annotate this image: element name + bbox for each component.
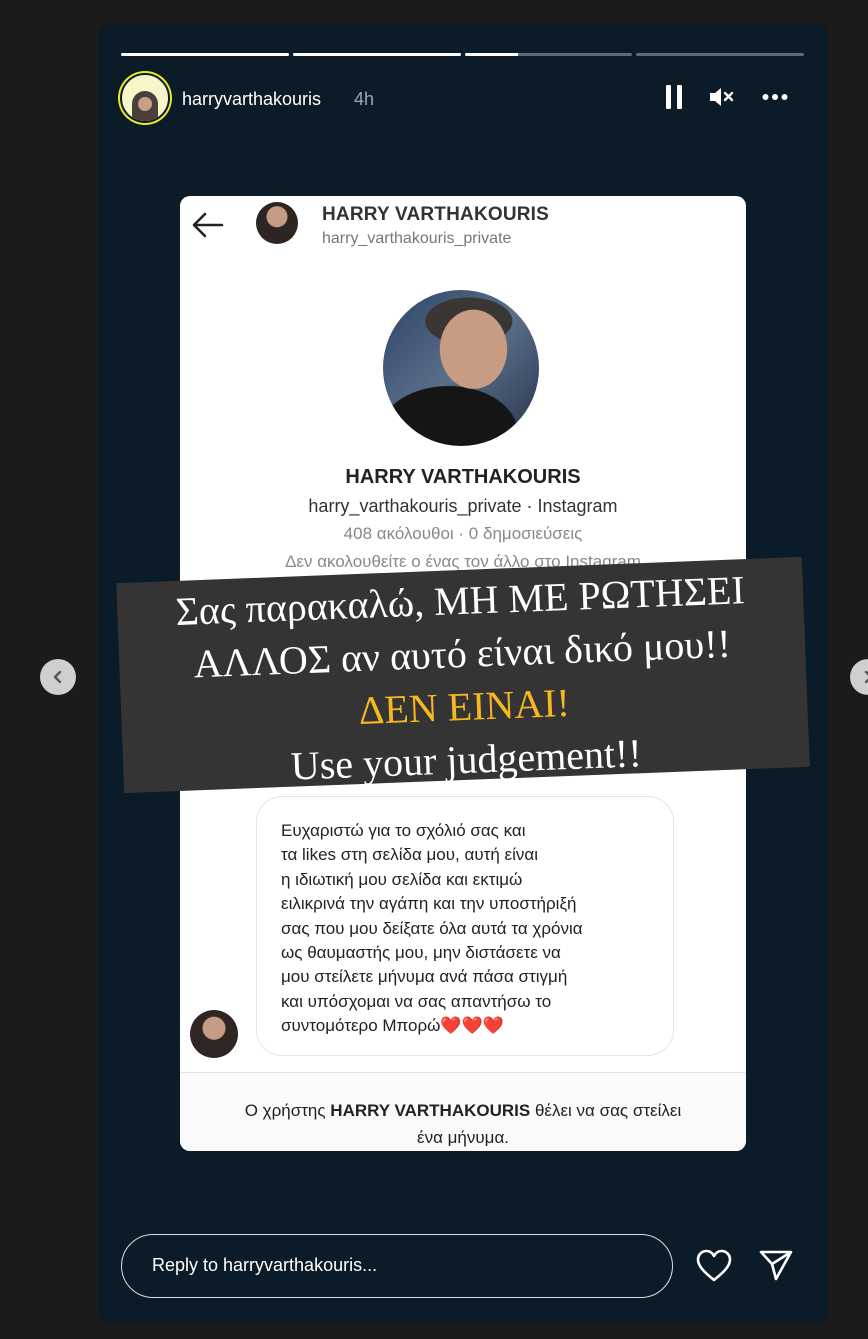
profile-stats: 408 ακόλουθοι · 0 δημοσιεύσεις [343, 524, 583, 543]
footer-line2: ένα μήνυμα. [416, 1128, 510, 1147]
progress-segment [464, 53, 633, 56]
story-timestamp: 4h [354, 89, 375, 109]
header-name: HARRY VARTHAKOURIS [322, 204, 550, 225]
message-line: σας που μου δείξατε όλα αυτά τα χρόνια [281, 918, 583, 938]
pause-button[interactable] [666, 85, 682, 109]
progress-segment [636, 53, 804, 56]
reply-placeholder: Reply to harryvarthakouris... [152, 1255, 378, 1275]
speaker-muted-icon [710, 88, 734, 106]
profile-name: HARRY VARTHAKOURIS [345, 466, 581, 488]
mute-button[interactable] [708, 85, 734, 109]
message-line: η ιδιωτική μου σελίδα και εκτιμώ [281, 869, 523, 889]
message-line: μου στείλετε μήνυμα ανά πάσα στιγμή [281, 967, 568, 987]
heart-icon[interactable] [696, 1249, 732, 1283]
footer-name: HARRY VARTHAKOURIS [330, 1101, 531, 1120]
chevron-left-icon [53, 670, 62, 684]
message-line: συντομότερο Μπορώ❤️❤️❤️ [281, 1016, 504, 1036]
message-request-footer: Ο χρήστης HARRY VARTHAKOURIS θέλει να σα… [180, 1072, 746, 1151]
message-line: ως θαυμαστής μου, μην διστάσετε να [281, 943, 561, 963]
message-line: τα likes στη σελίδα μου, αυτή είναι [281, 845, 538, 865]
message-bubble: Ευχαριστώ για το σχόλιό σας και τα likes … [256, 796, 674, 1056]
profile-avatar [383, 290, 539, 446]
message-avatar [190, 1010, 238, 1058]
next-story-button[interactable] [850, 659, 868, 695]
story-progress [121, 53, 804, 56]
progress-segment [121, 53, 289, 56]
message-line: Ευχαριστώ για το σχόλιό σας και [281, 821, 526, 840]
send-icon[interactable] [758, 1247, 794, 1283]
story-author-avatar[interactable] [118, 71, 172, 125]
message-text: Ευχαριστώ για το σχόλιό σας και τα likes … [281, 819, 671, 1039]
message-line: και υπόσχομαι να σας απαντήσω το [281, 991, 552, 1011]
footer-prefix: Ο χρήστης [244, 1101, 331, 1120]
footer-suffix: θέλει να σας στείλει [530, 1101, 682, 1120]
text-overlay-banner: Σας παρακαλώ, ΜΗ ΜΕ ΡΩΤΗΣΕΙ ΑΛΛΟΣ αν αυτ… [116, 556, 810, 794]
progress-segment [292, 53, 461, 56]
previous-story-button[interactable] [40, 659, 76, 695]
reply-input[interactable]: Reply to harryvarthakouris... [121, 1234, 673, 1298]
more-dots-icon [762, 94, 788, 100]
header-avatar [256, 202, 298, 244]
more-options-button[interactable] [762, 89, 788, 100]
message-line: ειλικρινά την αγάπη και την υποστήριξή [281, 894, 577, 914]
profile-username: harry_varthakouris_private · Instagram [308, 496, 618, 516]
header-username: harry_varthakouris_private [322, 230, 512, 247]
back-arrow-icon [192, 212, 224, 238]
chevron-right-icon [864, 670, 868, 684]
story-username[interactable]: harryvarthakouris [182, 89, 321, 110]
story-viewer[interactable]: harryvarthakouris 4h HARRY VARTHAKOURIS … [98, 25, 828, 1322]
